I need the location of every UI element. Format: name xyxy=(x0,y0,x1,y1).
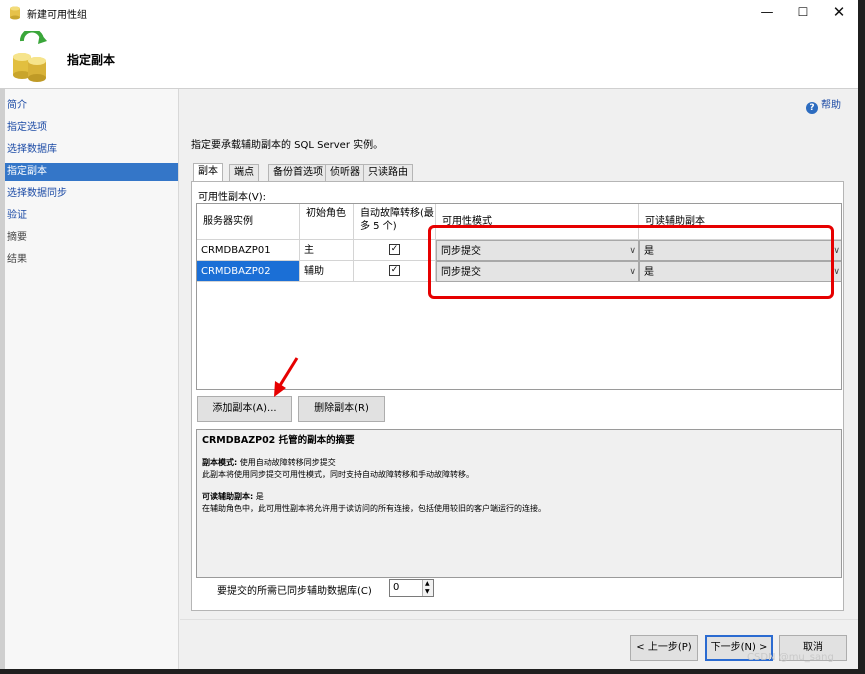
nav-item-validation[interactable]: 验证 xyxy=(2,207,178,225)
column-header-role[interactable]: 初始角色 xyxy=(300,204,354,240)
auto-failover-cell: ✓ xyxy=(354,240,436,261)
remove-replica-button[interactable]: 删除副本(R) xyxy=(298,396,385,422)
availability-group-icon xyxy=(13,31,47,82)
help-link[interactable]: ? 帮助 xyxy=(806,96,841,114)
chevron-down-icon: ∨ xyxy=(833,267,840,277)
nav-item-replicas[interactable]: 指定副本 xyxy=(2,163,178,181)
replicas-label: 可用性副本(V): xyxy=(198,192,267,203)
title-bar: 新建可用性组 — ☐ ✕ xyxy=(0,0,858,25)
summary-mode-line: 副本模式: 使用自动故障转移同步提交 xyxy=(202,457,836,469)
stepper-up-icon[interactable]: ▲ xyxy=(425,580,430,587)
close-button[interactable]: ✕ xyxy=(816,0,862,25)
footer-separator xyxy=(180,619,858,620)
server-instance-cell[interactable]: CRMDBAZP01 xyxy=(197,240,300,261)
nav-item-data-sync[interactable]: 选择数据同步 xyxy=(2,185,178,203)
tab-endpoints[interactable]: 端点 xyxy=(229,164,259,181)
required-sync-label: 要提交的所需已同步辅助数据库(C) xyxy=(217,586,372,597)
summary-mode-value: 使用自动故障转移同步提交 xyxy=(239,458,336,467)
required-sync-value: 0 xyxy=(393,582,400,593)
required-sync-stepper[interactable]: 0 ▲ ▼ xyxy=(389,579,434,597)
tab-listener[interactable]: 侦听器 xyxy=(325,164,365,181)
stepper-down-icon[interactable]: ▼ xyxy=(425,588,430,595)
add-replica-button[interactable]: 添加副本(A)... xyxy=(197,396,292,422)
wizard-window: 新建可用性组 — ☐ ✕ 指定副本 简介 指定选项 选择数据库 指定副本 选择数… xyxy=(0,0,858,669)
summary-mode-description: 此副本将使用同步提交可用性模式，同时支持自动故障转移和手动故障转移。 xyxy=(202,470,474,479)
annotation-arrow-icon xyxy=(274,357,299,397)
auto-failover-checkbox[interactable]: ✓ xyxy=(389,244,400,255)
help-label: 帮助 xyxy=(821,100,841,111)
stepper-buttons[interactable]: ▲ ▼ xyxy=(422,580,433,596)
nav-item-results: 结果 xyxy=(7,254,27,265)
auto-failover-checkbox[interactable]: ✓ xyxy=(389,265,400,276)
wizard-header: 指定副本 xyxy=(0,25,858,89)
window-title: 新建可用性组 xyxy=(27,10,87,21)
summary-mode-label: 副本模式: xyxy=(202,458,238,467)
nav-item-intro[interactable]: 简介 xyxy=(2,97,178,115)
summary-readable-description: 在辅助角色中，此可用性副本将允许用于读访问的所有连接，包括使用较旧的客户端运行的… xyxy=(202,504,546,513)
summary-readable-label: 可读辅助副本: xyxy=(202,492,254,501)
help-icon: ? xyxy=(806,102,818,114)
nav-edge xyxy=(0,89,5,669)
nav-item-summary: 摘要 xyxy=(7,232,27,243)
server-instance-cell[interactable]: CRMDBAZP02 xyxy=(197,261,300,282)
summary-readable-line: 可读辅助副本: 是 xyxy=(202,491,836,503)
column-header-auto-failover[interactable]: 自动故障转移(最多 5 个) xyxy=(354,204,436,240)
nav-item-options[interactable]: 指定选项 xyxy=(2,119,178,137)
chevron-down-icon: ∨ xyxy=(833,246,840,256)
summary-title: CRMDBAZP02 托管的副本的摘要 xyxy=(202,435,355,446)
nav-item-databases[interactable]: 选择数据库 xyxy=(2,141,178,159)
summary-readable-value: 是 xyxy=(255,492,264,501)
previous-button[interactable]: < 上一步(P) xyxy=(630,635,698,661)
annotation-highlight-box xyxy=(428,225,834,299)
initial-role-cell: 主 xyxy=(300,240,354,261)
initial-role-cell: 辅助 xyxy=(300,261,354,282)
replica-summary-panel: CRMDBAZP02 托管的副本的摘要 副本模式: 使用自动故障转移同步提交 此… xyxy=(196,429,842,578)
auto-failover-cell: ✓ xyxy=(354,261,436,282)
page-title: 指定副本 xyxy=(67,53,116,67)
database-app-icon xyxy=(10,6,20,20)
tab-backup-preferences[interactable]: 备份首选项 xyxy=(268,164,328,181)
instruction-text: 指定要承载辅助副本的 SQL Server 实例。 xyxy=(191,140,384,151)
tab-replicas[interactable]: 副本 xyxy=(193,163,223,182)
column-header-server[interactable]: 服务器实例 xyxy=(197,204,300,240)
tab-readonly-routing[interactable]: 只读路由 xyxy=(363,164,413,181)
watermark: CSDN @mu_sang xyxy=(747,652,834,663)
wizard-nav: 简介 指定选项 选择数据库 指定副本 选择数据同步 验证 摘要 结果 xyxy=(0,89,179,669)
